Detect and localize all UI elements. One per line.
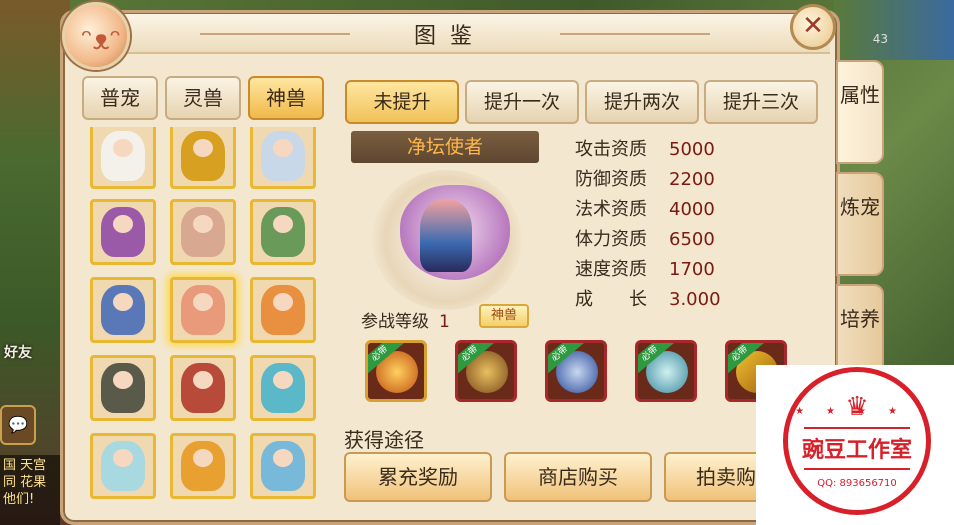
stat-label: 体力资质 <box>575 229 647 250</box>
pet-grid-cell[interactable] <box>250 127 316 189</box>
pig-face-icon: ᵔᴥᵔ <box>81 23 122 56</box>
obtain-method-label: 获得途径 <box>344 428 424 452</box>
stat-row: 法术资质 4000 <box>575 195 715 221</box>
pet-grid-cell[interactable] <box>250 433 316 499</box>
side-tab-attributes[interactable]: 属性 <box>836 60 884 164</box>
stat-value: 5000 <box>669 139 715 160</box>
pet-grid-cell[interactable] <box>170 127 236 189</box>
tab-upgrade-once[interactable]: 提升一次 <box>465 80 579 124</box>
studio-watermark: ♛ ★★★★ 豌豆工作室 QQ: 893656710 <box>756 365 954 525</box>
green-archer-pet-icon <box>261 207 305 257</box>
battle-level-value: 1 <box>439 312 450 332</box>
pet-name-plate: 净坛使者 <box>351 131 539 163</box>
stat-value: 3.000 <box>669 289 721 310</box>
side-tab-label: 培养 <box>840 307 880 331</box>
pig-mascot-avatar: ᵔᴥᵔ <box>62 2 130 70</box>
page-title: 图鉴 <box>413 24 486 49</box>
stat-row: 体力资质 6500 <box>575 225 715 251</box>
chat-preview[interactable]: 国 天宫 同 花果 他们! <box>0 455 60 525</box>
pet-grid-cell[interactable] <box>90 127 156 189</box>
golden-wheel-pet-icon <box>181 131 225 181</box>
shop-purchase-button[interactable]: 商店购买 <box>504 452 652 502</box>
background-scene-right <box>834 0 954 60</box>
side-tab-label: 炼宠 <box>840 195 880 219</box>
stat-value: 2200 <box>669 169 715 190</box>
auction-purchase-button[interactable]: 拍卖购 <box>664 452 756 502</box>
battle-level-label: 参战等级 <box>361 312 429 332</box>
sky-warrior-pet-icon <box>261 441 305 491</box>
stat-value: 1700 <box>669 259 715 280</box>
watermark-line-top <box>804 427 910 429</box>
maiden-pet-icon <box>181 207 225 257</box>
pet-grid-cell[interactable] <box>250 199 316 265</box>
pet-grid <box>80 127 330 502</box>
pet-grid-cell[interactable] <box>250 277 316 343</box>
cyan-mage-pet-icon <box>261 363 305 413</box>
pet-grid-cell[interactable] <box>250 355 316 421</box>
stat-row: 攻击资质 5000 <box>575 135 715 161</box>
title-decoration-right <box>560 33 710 35</box>
blue-warrior-pet-icon <box>101 285 145 335</box>
stat-value: 4000 <box>669 199 715 220</box>
chat-line: 他们! <box>3 492 35 507</box>
tab-not-upgraded[interactable]: 未提升 <box>345 80 459 124</box>
fire-rooster-pet-icon <box>261 285 305 335</box>
skill-slot[interactable]: 必带 <box>635 340 697 402</box>
red-swordsman-pet-icon <box>181 363 225 413</box>
chat-line: 国 天宫 <box>3 458 47 473</box>
stat-value: 6500 <box>669 229 715 250</box>
pet-grid-cell[interactable] <box>90 355 156 421</box>
rank-badge: 神兽 <box>479 304 529 328</box>
pet-grid-cell[interactable] <box>170 199 236 265</box>
watermark-stars: ★★★★ <box>795 406 919 417</box>
close-button[interactable]: ✕ <box>790 4 836 50</box>
chat-bubble-icon[interactable]: 💬 <box>0 405 36 445</box>
stat-label: 法术资质 <box>575 199 647 220</box>
pet-grid-cell[interactable] <box>90 433 156 499</box>
pet-grid-cell[interactable] <box>90 277 156 343</box>
silver-warrior-pet-icon <box>261 131 305 181</box>
stat-row: 防御资质 2200 <box>575 165 715 191</box>
white-fairy-pet-icon <box>101 441 145 491</box>
monkey-king-pet-icon <box>181 441 225 491</box>
side-tab-label: 属性 <box>840 83 880 107</box>
stat-row: 成 长 3.000 <box>575 285 721 311</box>
pig-pet-icon <box>181 285 225 335</box>
player-level-label: 43 <box>872 32 888 46</box>
watermark-qq: QQ: 893656710 <box>817 478 897 489</box>
pet-grid-cell[interactable] <box>170 277 236 343</box>
tab-upgrade-twice[interactable]: 提升两次 <box>585 80 699 124</box>
stat-label: 速度资质 <box>575 259 647 280</box>
pet-grid-cell[interactable] <box>90 199 156 265</box>
skill-slot[interactable]: 必带 <box>545 340 607 402</box>
friend-label[interactable]: 好友 <box>4 342 32 362</box>
chat-line: 同 花果 <box>3 475 47 490</box>
watermark-line-bottom <box>804 468 910 470</box>
purple-demon-pet-icon <box>101 207 145 257</box>
pet-grid-cell[interactable] <box>170 355 236 421</box>
recharge-reward-button[interactable]: 累充奖励 <box>344 452 492 502</box>
tab-upgrade-thrice[interactable]: 提升三次 <box>704 80 818 124</box>
tab-common-pet[interactable]: 普宠 <box>82 76 158 120</box>
dark-monk-pet-icon <box>101 363 145 413</box>
cow-pet-icon <box>101 131 145 181</box>
tab-divine-beast[interactable]: 神兽 <box>248 76 324 120</box>
skill-slot[interactable]: 必带 <box>455 340 517 402</box>
stat-label: 防御资质 <box>575 169 647 190</box>
pet-grid-cell[interactable] <box>170 433 236 499</box>
skill-slot[interactable]: 必带 <box>365 340 427 402</box>
tab-spirit-beast[interactable]: 灵兽 <box>165 76 241 120</box>
watermark-text: 豌豆工作室 <box>801 438 912 463</box>
title-decoration-left <box>200 33 350 35</box>
stat-label: 攻击资质 <box>575 139 647 160</box>
pig-warrior-pet-model <box>420 200 472 272</box>
battle-level: 参战等级 1 <box>361 307 450 332</box>
stat-label: 成 长 <box>575 289 647 310</box>
watermark-circle: ♛ ★★★★ 豌豆工作室 QQ: 893656710 <box>783 367 931 515</box>
stat-row: 速度资质 1700 <box>575 255 715 281</box>
side-tab-refine[interactable]: 炼宠 <box>836 172 884 276</box>
